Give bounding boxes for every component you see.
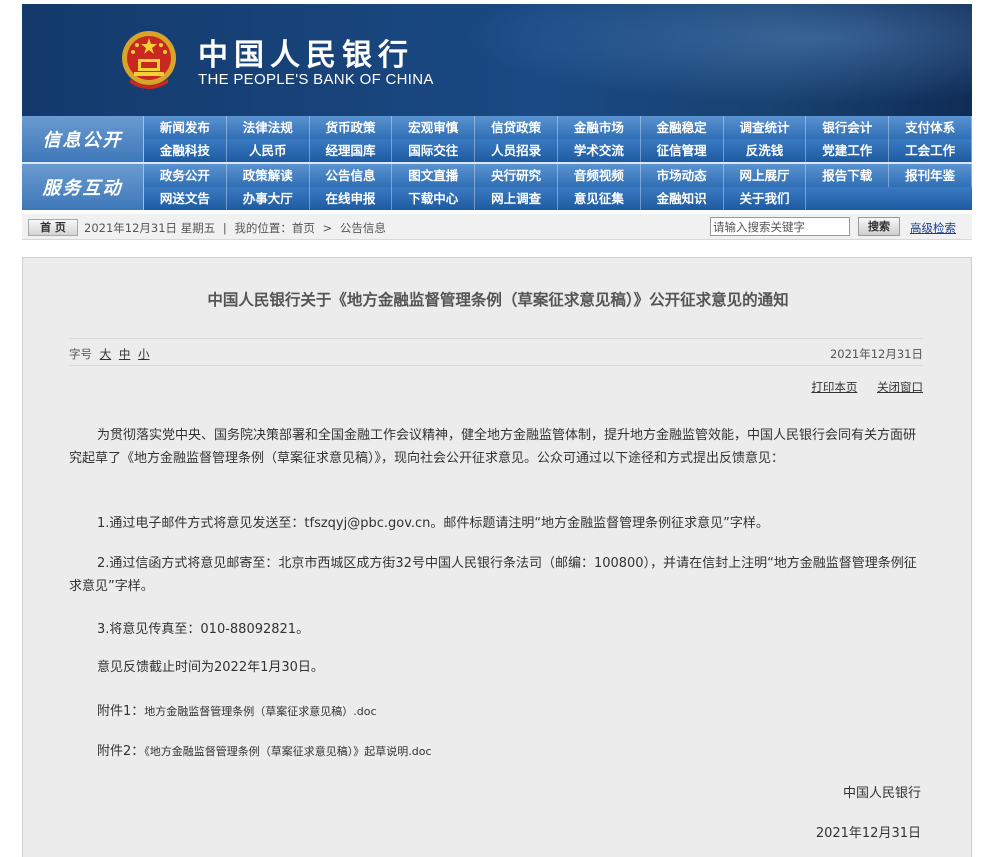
publish-date: 2021年12月31日 (829, 347, 923, 361)
bank-name-cn: 中国人民银行 (198, 38, 414, 73)
attachment-2: 附件2：《地方金融监督管理条例（草案征求意见稿）》起草说明.doc (97, 740, 432, 759)
main-navigation: 信息公开 新闻发布 法律法规 货币政策 宏观审慎 信贷政策 金融市场 金融稳定 调查统计 银行会… (22, 116, 972, 212)
nav-row-info-2: 金融科技 人民币 经理国库 国际交往 人员招录 学术交流 征信管理 反洗钱 党建工作 工会工作 (144, 139, 972, 162)
nav-item-service-row1-8[interactable]: 报告下载 (806, 164, 890, 187)
nav-item-info-row2-1[interactable]: 人民币 (227, 139, 310, 162)
nav-row-info-1: 新闻发布 法律法规 货币政策 宏观审慎 信贷政策 金融市场 金融稳定 调查统计 银行会计 支付体系 (144, 116, 972, 139)
font-size-small-link[interactable]: 小 (138, 347, 150, 361)
nav-item-info-row1-6[interactable]: 金融稳定 (641, 116, 724, 139)
nav-item-service-row1-5[interactable]: 音频视频 (558, 164, 641, 187)
advanced-search-link[interactable]: 高级检索 (910, 220, 956, 236)
article-paragraph-fax: 3.将意见传真至：010-88092821。 (97, 622, 310, 637)
breadcrumb-home-link[interactable]: 我的位置：首页 (234, 221, 315, 235)
nav-item-service-row2-2[interactable]: 在线申报 (310, 187, 393, 210)
nav-item-service-row1-1[interactable]: 政策解读 (227, 164, 310, 187)
article-meta: 字号 大 中 小 2021年12月31日 (69, 338, 923, 366)
close-window-link[interactable]: 关闭窗口 (877, 380, 923, 394)
nav-item-info-row1-0[interactable]: 新闻发布 (144, 116, 227, 139)
font-size-medium-link[interactable]: 中 (119, 347, 131, 361)
breadcrumb-arrow: > (322, 221, 333, 235)
nav-item-service-row2-3[interactable]: 下载中心 (392, 187, 476, 210)
nav-item-info-row1-3[interactable]: 宏观审慎 (392, 116, 476, 139)
breadcrumb-separator: | (222, 221, 227, 235)
nav-row-service-1: 政务公开 政策解读 公告信息 图文直播 央行研究 音频视频 市场动态 网上展厅 报告下载 报刊年鉴 (144, 164, 972, 187)
nav-row-service-2: 网送文告 办事大厅 在线申报 下载中心 网上调查 意见征集 金融知识 关于我们 (144, 187, 972, 210)
national-emblem-icon (122, 31, 176, 89)
nav-item-service-row2-6[interactable]: 金融知识 (641, 187, 724, 210)
nav-item-info-row2-8[interactable]: 党建工作 (806, 139, 890, 162)
nav-item-info-row2-7[interactable]: 反洗钱 (724, 139, 807, 162)
nav-item-info-row2-4[interactable]: 人员招录 (475, 139, 558, 162)
search-input[interactable] (710, 217, 850, 236)
article-title: 中国人民银行关于《地方金融监督管理条例（草案征求意见稿）》公开征求意见的通知 (207, 291, 789, 309)
attachment-2-label: 附件2： (97, 744, 145, 759)
nav-item-info-row1-2[interactable]: 货币政策 (310, 116, 393, 139)
font-size-large-link[interactable]: 大 (100, 347, 112, 361)
nav-item-service-row1-4[interactable]: 央行研究 (475, 164, 558, 187)
signature-date: 2021年12月31日 (815, 826, 921, 841)
attachment-1-label: 附件1： (97, 704, 145, 719)
nav-item-info-row1-1[interactable]: 法律法规 (227, 116, 310, 139)
nav-item-service-row2-0[interactable]: 网送文告 (144, 187, 227, 210)
nav-item-info-row2-9[interactable]: 工会工作 (889, 139, 972, 162)
header-background-wave (402, 4, 972, 116)
nav-item-info-row1-9[interactable]: 支付体系 (889, 116, 972, 139)
nav-item-service-row1-3[interactable]: 图文直播 (392, 164, 476, 187)
nav-item-info-row2-3[interactable]: 国际交往 (392, 139, 476, 162)
nav-item-service-row2-7[interactable]: 关于我们 (724, 187, 807, 210)
nav-item-info-row1-8[interactable]: 银行会计 (806, 116, 890, 139)
nav-item-service-row1-7[interactable]: 网上展厅 (724, 164, 807, 187)
article-tools: 打印本页 关闭窗口 (795, 379, 923, 395)
attachment-2-link[interactable]: 《地方金融监督管理条例（草案征求意见稿）》起草说明.doc (144, 745, 431, 758)
signature: 中国人民银行 (842, 786, 921, 801)
nav-item-info-row1-5[interactable]: 金融市场 (558, 116, 641, 139)
nav-item-info-row2-6[interactable]: 征信管理 (641, 139, 724, 162)
nav-label-service: 服务互动 (22, 164, 144, 210)
attachment-1-link[interactable]: 地方金融监督管理条例（草案征求意见稿）.doc (144, 705, 376, 718)
nav-item-service-row1-0[interactable]: 政务公开 (144, 164, 227, 187)
nav-item-info-row2-5[interactable]: 学术交流 (558, 139, 641, 162)
nav-item-service-row1-2[interactable]: 公告信息 (310, 164, 393, 187)
site-header: 中国人民银行 THE PEOPLE'S BANK OF CHINA (22, 4, 972, 116)
article-paragraph-mail: 2.通过信函方式将意见邮寄至：北京市西城区成方街32号中国人民银行条法司（邮编：… (69, 556, 917, 594)
bank-name-en: THE PEOPLE'S BANK OF CHINA (198, 71, 434, 88)
nav-item-service-row2-4[interactable]: 网上调查 (475, 187, 558, 210)
nav-item-info-row2-0[interactable]: 金融科技 (144, 139, 227, 162)
article-paragraph-deadline: 意见反馈截止时间为2022年1月30日。 (97, 660, 324, 675)
nav-item-info-row2-2[interactable]: 经理国库 (310, 139, 393, 162)
article-paragraph-intro: 为贯彻落实党中央、国务院决策部署和全国金融工作会议精神，健全地方金融监管体制，提… (69, 428, 917, 466)
nav-item-info-row1-7[interactable]: 调查统计 (724, 116, 807, 139)
nav-item-service-row1-9[interactable]: 报刊年鉴 (889, 164, 972, 187)
attachment-1: 附件1：地方金融监督管理条例（草案征求意见稿）.doc (97, 700, 377, 719)
search-button[interactable]: 搜索 (858, 217, 900, 236)
nav-label-info: 信息公开 (22, 116, 144, 162)
nav-item-info-row1-4[interactable]: 信贷政策 (475, 116, 558, 139)
nav-item-service-row1-6[interactable]: 市场动态 (641, 164, 724, 187)
nav-info-block: 信息公开 新闻发布 法律法规 货币政策 宏观审慎 信贷政策 金融市场 金融稳定 调查统计 银行会… (22, 116, 972, 164)
print-page-link[interactable]: 打印本页 (811, 380, 857, 394)
home-button[interactable]: 首 页 (28, 219, 78, 236)
breadcrumb-current[interactable]: 公告信息 (340, 221, 386, 235)
current-date: 2021年12月31日 星期五 (84, 221, 216, 235)
nav-service-block: 服务互动 政务公开 政策解读 公告信息 图文直播 央行研究 音频视频 市场动态 网上展厅 报告下… (22, 164, 972, 212)
font-size-control: 字号 大 中 小 (69, 346, 149, 362)
nav-item-service-row2-5[interactable]: 意见征集 (558, 187, 641, 210)
article-paragraph-email: 1.通过电子邮件方式将意见发送至：tfszqyj@pbc.gov.cn。邮件标题… (97, 516, 769, 531)
breadcrumb: 2021年12月31日 星期五 | 我的位置：首页 > 公告信息 (84, 220, 390, 236)
nav-item-service-row2-1[interactable]: 办事大厅 (227, 187, 310, 210)
breadcrumb-bar: 首 页 2021年12月31日 星期五 | 我的位置：首页 > 公告信息 搜索 … (22, 214, 972, 240)
article-panel: 中国人民银行关于《地方金融监督管理条例（草案征求意见稿）》公开征求意见的通知 字… (22, 257, 972, 857)
font-size-label: 字号 (69, 347, 92, 361)
